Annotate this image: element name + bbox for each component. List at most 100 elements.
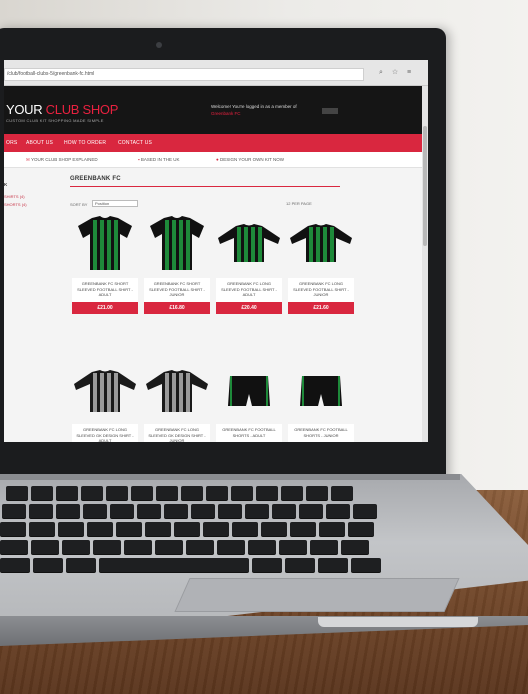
keyboard-key[interactable] — [116, 522, 142, 536]
keyboard-key[interactable] — [66, 558, 96, 572]
product-name[interactable]: GREENBANK FC FOOTBALL SHORTS - ADULT — [216, 424, 282, 442]
keyboard-key[interactable] — [217, 540, 245, 554]
nav-item-about[interactable]: ABOUT US — [26, 140, 53, 146]
keyboard-key[interactable] — [232, 522, 258, 536]
keyboard-key[interactable] — [6, 486, 28, 500]
keyboard-key[interactable] — [351, 558, 381, 572]
keyboard-key[interactable] — [331, 486, 353, 500]
keyboard-key[interactable] — [110, 504, 134, 518]
keyboard-key[interactable] — [131, 486, 153, 500]
info-item-explained[interactable]: ✉ YOUR CLUB SHOP EXPLAINED — [26, 157, 98, 163]
keyboard-key[interactable] — [31, 486, 53, 500]
nav-item-how-to-order[interactable]: HOW TO ORDER — [64, 140, 106, 146]
keyboard-key[interactable] — [191, 504, 215, 518]
keyboard-key[interactable] — [181, 486, 203, 500]
keyboard-key[interactable] — [31, 540, 59, 554]
keyboard-key[interactable] — [155, 540, 183, 554]
keyboard-key[interactable] — [256, 486, 278, 500]
keyboard-key[interactable] — [93, 540, 121, 554]
keyboard-key[interactable] — [87, 522, 113, 536]
product-name[interactable]: GREENBANK FC LONG SLEEVED FOOTBALL SHIRT… — [288, 278, 354, 302]
sidebar-item-shirts[interactable]: SHIRTS (4) — [4, 194, 25, 199]
keyboard-key[interactable] — [29, 504, 53, 518]
keyboard-key[interactable] — [174, 522, 200, 536]
product-price[interactable]: £20.40 — [216, 302, 282, 314]
keyboard-key[interactable] — [137, 504, 161, 518]
menu-icon[interactable]: ≡ — [404, 68, 414, 78]
keyboard-key[interactable] — [285, 558, 315, 572]
keyboard-key[interactable] — [0, 558, 30, 572]
keyboard-key[interactable] — [306, 486, 328, 500]
address-bar[interactable]: /club/football-clubs-5/greenbank-fc.html — [4, 68, 364, 81]
keyboard-key[interactable] — [56, 486, 78, 500]
sort-select[interactable]: Position — [92, 200, 138, 207]
scrollbar-thumb[interactable] — [423, 126, 427, 246]
product-name[interactable]: GREENBANK FC FOOTBALL SHORTS - JUNIOR — [288, 424, 354, 442]
nav-item-contact[interactable]: CONTACT US — [118, 140, 152, 146]
keyboard-key[interactable] — [164, 504, 188, 518]
keyboard-key[interactable] — [83, 504, 107, 518]
keyboard-key[interactable] — [106, 486, 128, 500]
per-page-control[interactable]: 12 PER PAGE — [286, 201, 312, 206]
product-image[interactable] — [216, 358, 282, 422]
product-name[interactable]: GREENBANK FC LONG SLEEVED GK DESIGN SHIR… — [144, 424, 210, 442]
keyboard-key[interactable] — [281, 486, 303, 500]
keyboard-key[interactable] — [33, 558, 63, 572]
touchpad[interactable] — [174, 578, 460, 612]
product-image[interactable] — [72, 212, 138, 276]
keyboard-key[interactable] — [290, 522, 316, 536]
product-price[interactable]: £21.60 — [288, 302, 354, 314]
product-image[interactable] — [288, 358, 354, 422]
product-name[interactable]: GREENBANK FC SHORT SLEEVED FOOTBALL SHIR… — [144, 278, 210, 302]
product-image[interactable] — [288, 212, 354, 276]
product-name[interactable]: GREENBANK FC LONG SLEEVED GK DESIGN SHIR… — [72, 424, 138, 442]
keyboard-key[interactable] — [272, 504, 296, 518]
account-button[interactable] — [322, 108, 338, 114]
keyboard-key[interactable] — [341, 540, 369, 554]
info-item-design[interactable]: ● DESIGN YOUR OWN KIT NOW — [216, 157, 284, 162]
keyboard-key[interactable] — [186, 540, 214, 554]
search-icon[interactable]: ⌕ — [376, 68, 386, 78]
keyboard-key[interactable] — [99, 558, 249, 572]
keyboard-key[interactable] — [279, 540, 307, 554]
product-price[interactable]: £16.80 — [144, 302, 210, 314]
star-icon[interactable]: ☆ — [390, 68, 400, 78]
product-image[interactable] — [72, 358, 138, 422]
keyboard-key[interactable] — [248, 540, 276, 554]
club-link[interactable]: Greenbank FC — [211, 111, 241, 116]
page-scrollbar[interactable] — [422, 86, 428, 442]
keyboard-key[interactable] — [261, 522, 287, 536]
product-image[interactable] — [144, 358, 210, 422]
keyboard-key[interactable] — [326, 504, 350, 518]
keyboard-key[interactable] — [58, 522, 84, 536]
product-name[interactable]: GREENBANK FC SHORT SLEEVED FOOTBALL SHIR… — [72, 278, 138, 302]
keyboard-key[interactable] — [203, 522, 229, 536]
site-logo[interactable]: YOUR CLUB SHOP — [6, 102, 118, 117]
keyboard-key[interactable] — [218, 504, 242, 518]
keyboard-key[interactable] — [0, 522, 26, 536]
keyboard-key[interactable] — [56, 504, 80, 518]
sidebar-item-shorts[interactable]: SHORTS (4) — [4, 202, 27, 207]
product-name[interactable]: GREENBANK FC LONG SLEEVED FOOTBALL SHIRT… — [216, 278, 282, 302]
keyboard-key[interactable] — [299, 504, 323, 518]
keyboard-key[interactable] — [29, 522, 55, 536]
product-price[interactable]: £21.00 — [72, 302, 138, 314]
nav-item-colors[interactable]: ORS — [6, 140, 17, 146]
keyboard-key[interactable] — [319, 522, 345, 536]
keyboard-key[interactable] — [231, 486, 253, 500]
keyboard-key[interactable] — [206, 486, 228, 500]
keyboard-key[interactable] — [245, 504, 269, 518]
keyboard-key[interactable] — [124, 540, 152, 554]
keyboard-key[interactable] — [0, 540, 28, 554]
keyboard-key[interactable] — [310, 540, 338, 554]
keyboard-key[interactable] — [2, 504, 26, 518]
keyboard-key[interactable] — [348, 522, 374, 536]
keyboard-key[interactable] — [62, 540, 90, 554]
keyboard-key[interactable] — [145, 522, 171, 536]
keyboard-key[interactable] — [81, 486, 103, 500]
keyboard-key[interactable] — [156, 486, 178, 500]
keyboard-key[interactable] — [353, 504, 377, 518]
product-image[interactable] — [216, 212, 282, 276]
product-image[interactable] — [144, 212, 210, 276]
keyboard-key[interactable] — [318, 558, 348, 572]
